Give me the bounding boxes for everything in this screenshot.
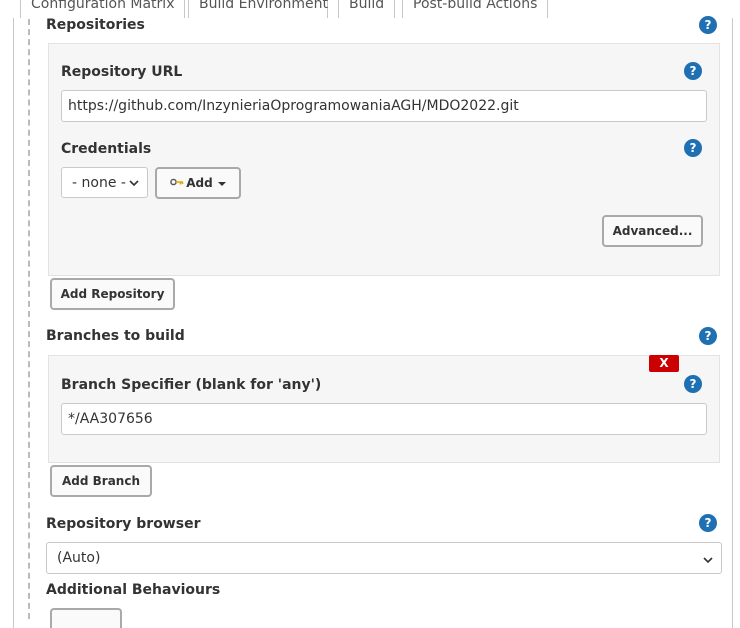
branch-specifier-input[interactable]	[61, 403, 707, 435]
key-icon	[170, 176, 184, 190]
branch-specifier-label: Branch Specifier (blank for 'any')	[61, 377, 322, 393]
chevron-down-icon	[703, 553, 713, 569]
tab-label: Build Environment	[199, 0, 328, 12]
repository-browser-help-icon[interactable]: ?	[699, 514, 717, 532]
repository-browser-select-value: (Auto)	[57, 550, 101, 566]
add-branch-button[interactable]: Add Branch	[50, 465, 152, 497]
repository-browser-label: Repository browser	[46, 516, 201, 532]
repositories-help-icon[interactable]: ?	[699, 16, 717, 34]
chevron-down-icon	[129, 176, 139, 192]
add-credentials-label: Add	[186, 176, 213, 190]
repository-browser-select[interactable]: (Auto)	[46, 542, 722, 574]
delete-branch-button[interactable]: X	[649, 355, 679, 372]
add-behaviour-button[interactable]	[50, 608, 122, 628]
credentials-help-icon[interactable]: ?	[684, 139, 702, 157]
tab-label: Build	[349, 0, 385, 12]
advanced-button[interactable]: Advanced...	[602, 215, 703, 247]
branch-specifier-help-icon[interactable]: ?	[684, 375, 702, 393]
credentials-label: Credentials	[61, 141, 152, 157]
tab-build[interactable]: Build	[338, 0, 396, 19]
branches-help-icon[interactable]: ?	[699, 327, 717, 345]
section-dashed-guide	[28, 19, 30, 619]
tab-build-environment[interactable]: Build Environment	[188, 0, 328, 19]
tab-label: Configuration Matrix	[31, 0, 175, 12]
credentials-select[interactable]: - none -	[61, 167, 148, 198]
add-repository-button[interactable]: Add Repository	[50, 278, 175, 310]
repository-url-label: Repository URL	[61, 64, 183, 80]
add-credentials-button[interactable]: Add	[155, 167, 241, 199]
repository-url-input[interactable]	[61, 90, 707, 122]
branches-title: Branches to build	[46, 328, 185, 344]
tab-label: Post-build Actions	[413, 0, 538, 12]
repository-url-help-icon[interactable]: ?	[684, 62, 702, 80]
caret-down-icon	[217, 176, 226, 190]
additional-behaviours-label: Additional Behaviours	[46, 582, 221, 598]
tab-post-build-actions[interactable]: Post-build Actions	[402, 0, 549, 19]
credentials-select-value: - none -	[72, 174, 126, 191]
repositories-title: Repositories	[46, 17, 145, 33]
